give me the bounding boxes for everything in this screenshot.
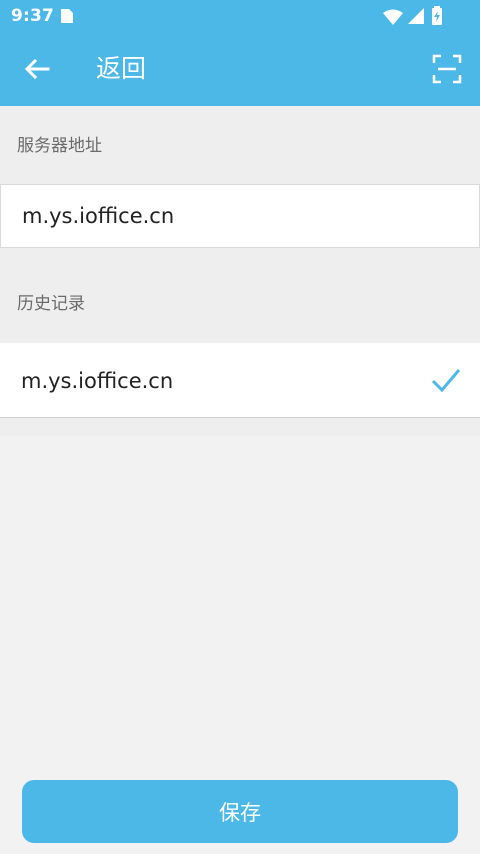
history-item[interactable]: m.ys.ioffice.cn (0, 343, 480, 418)
server-address-label: 服务器地址 (17, 136, 102, 156)
status-time: 9:37 (11, 6, 55, 26)
scan-button[interactable] (430, 52, 464, 86)
status-bar: 9:37 (0, 0, 480, 34)
scan-frame-icon (432, 54, 462, 84)
check-icon (431, 369, 461, 393)
sim-card-icon (61, 9, 73, 23)
page-title: 返回 (96, 54, 147, 83)
battery-charging-icon (432, 6, 442, 25)
server-address-input[interactable] (0, 184, 480, 248)
history-label: 历史记录 (17, 294, 85, 314)
save-button[interactable]: 保存 (22, 780, 458, 843)
history-address: m.ys.ioffice.cn (21, 369, 174, 393)
wifi-icon (383, 9, 403, 25)
app-bar: 9:37 返回 (0, 0, 480, 106)
signal-icon (408, 8, 424, 24)
back-button[interactable] (18, 50, 56, 88)
arrow-left-icon (24, 58, 50, 80)
